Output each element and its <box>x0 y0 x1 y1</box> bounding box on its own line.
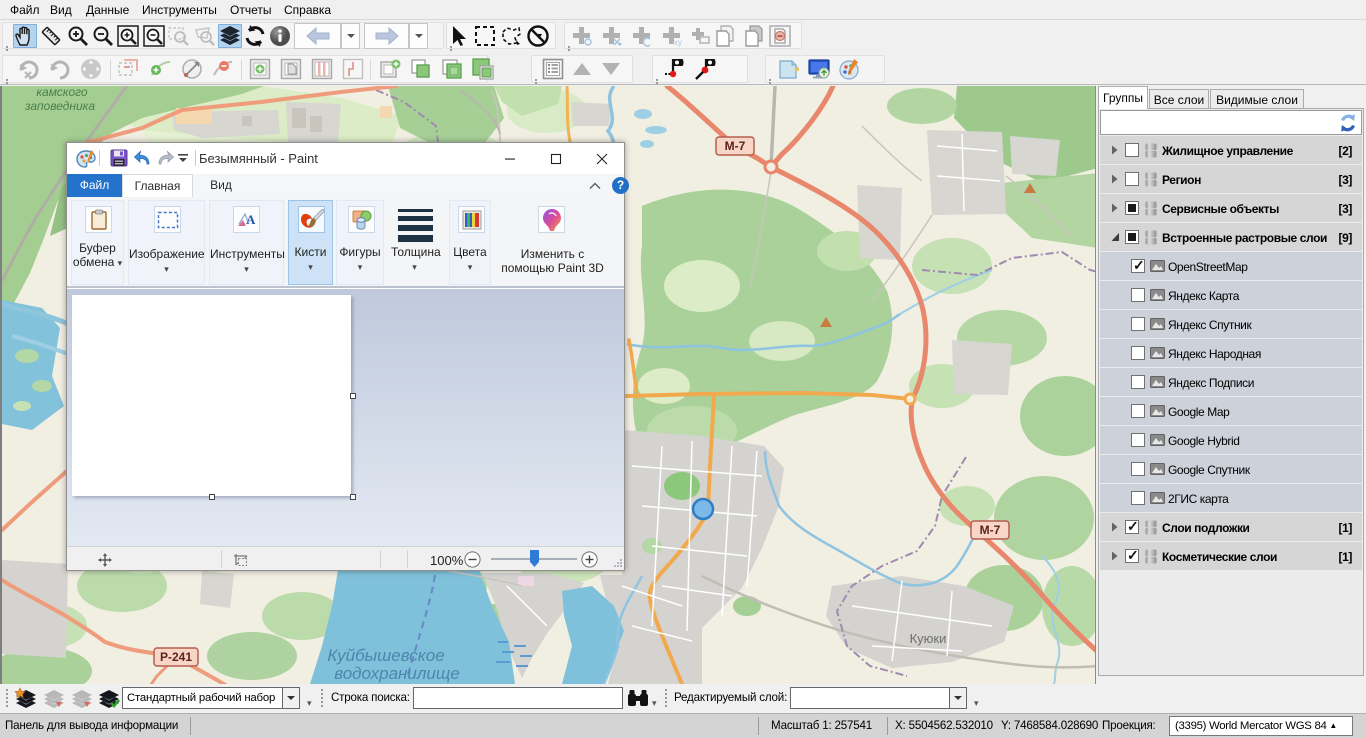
svg-text:Р-241: Р-241 <box>160 650 192 664</box>
svg-text:Куйбышевское: Куйбышевское <box>327 646 444 665</box>
svg-text:водохранилище: водохранилище <box>334 664 460 683</box>
svg-text:A: A <box>246 212 256 227</box>
svg-text:заповедника: заповедника <box>24 99 95 113</box>
svg-text:М-7: М-7 <box>725 139 746 153</box>
svg-text:М-7: М-7 <box>980 523 1001 537</box>
svg-text:камского: камского <box>36 86 88 99</box>
svg-text:Куюки: Куюки <box>910 631 947 646</box>
svg-text:xy: xy <box>674 38 682 47</box>
